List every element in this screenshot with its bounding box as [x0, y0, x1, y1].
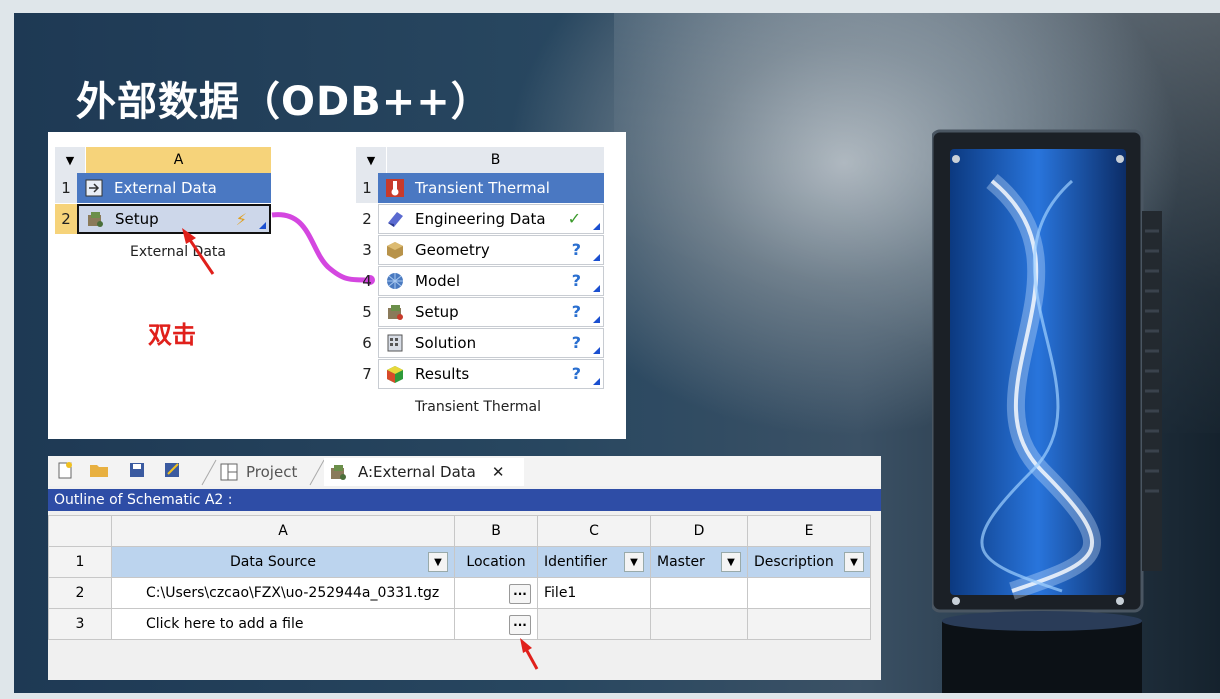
red-arrow-head: [520, 638, 532, 653]
red-arrow-line: [188, 239, 215, 275]
question-icon: ?: [571, 333, 581, 352]
row-number: 4: [362, 272, 372, 290]
geometry-icon: [385, 240, 405, 260]
glass-device-illustration: [932, 129, 1162, 693]
cell-label: Results: [415, 365, 470, 383]
arrow-overlay: [520, 638, 539, 670]
system-b-row-6[interactable]: 6 Solution ?: [356, 328, 604, 358]
slide-title: 外部数据（ODB++）: [76, 79, 492, 125]
thermal-icon: [385, 178, 405, 198]
system-b-header: ▼ B: [356, 147, 604, 173]
corner-triangle-icon: [593, 223, 600, 230]
cell-label: Model: [415, 272, 461, 290]
system-b-row-1[interactable]: 1 Transient Thermal: [356, 173, 604, 203]
question-icon: ?: [571, 271, 581, 290]
question-icon: ?: [571, 240, 581, 259]
outline-panel: Project A:External Data ✕ Outline of Sch…: [48, 456, 881, 680]
system-b-row-4[interactable]: 4 Model ?: [356, 266, 604, 296]
model-icon: [385, 271, 405, 291]
cell-label: Engineering Data: [415, 210, 546, 228]
corner-triangle-icon: [593, 378, 600, 385]
cell-label: Setup: [415, 303, 459, 321]
system-b-row-5[interactable]: 5 Setup ?: [356, 297, 604, 327]
system-b-caption: Transient Thermal: [415, 399, 541, 415]
slide-background: 外部数据（ODB++） ▼ A 1 External Data 2 Setup: [14, 13, 1220, 693]
double-click-annotation: 双击: [148, 321, 196, 349]
cell-label: Geometry: [415, 241, 490, 259]
system-b-row-2[interactable]: 2 Engineering Data ✓: [356, 204, 604, 234]
row-number: 5: [362, 303, 372, 321]
row-number: 6: [362, 334, 372, 352]
engineering-data-icon: [385, 209, 405, 229]
question-icon: ?: [571, 364, 581, 383]
project-schematic-panel: ▼ A 1 External Data 2 Setup ⚡ External D…: [48, 132, 626, 439]
cell-label: Transient Thermal: [415, 179, 550, 197]
row-number: 7: [362, 365, 372, 383]
question-icon: ?: [571, 302, 581, 321]
red-arrow-head: [182, 228, 196, 244]
row-number: 3: [362, 241, 372, 259]
setup-icon: [385, 302, 405, 322]
corner-triangle-icon: [593, 285, 600, 292]
row-number: 1: [356, 173, 378, 203]
red-arrow-line: [524, 648, 539, 670]
row-number: 2: [362, 210, 372, 228]
corner-triangle-icon: [593, 316, 600, 323]
system-b-dropdown[interactable]: ▼: [356, 147, 387, 173]
system-b-row-7[interactable]: 7 Results ?: [356, 359, 604, 389]
cell-label: Solution: [415, 334, 477, 352]
system-b-row-3[interactable]: 3 Geometry ?: [356, 235, 604, 265]
results-icon: [385, 364, 405, 384]
solution-icon: [385, 333, 405, 353]
corner-triangle-icon: [593, 347, 600, 354]
system-b-column-letter: B: [387, 147, 604, 173]
check-icon: ✓: [567, 209, 581, 228]
corner-triangle-icon: [593, 254, 600, 261]
